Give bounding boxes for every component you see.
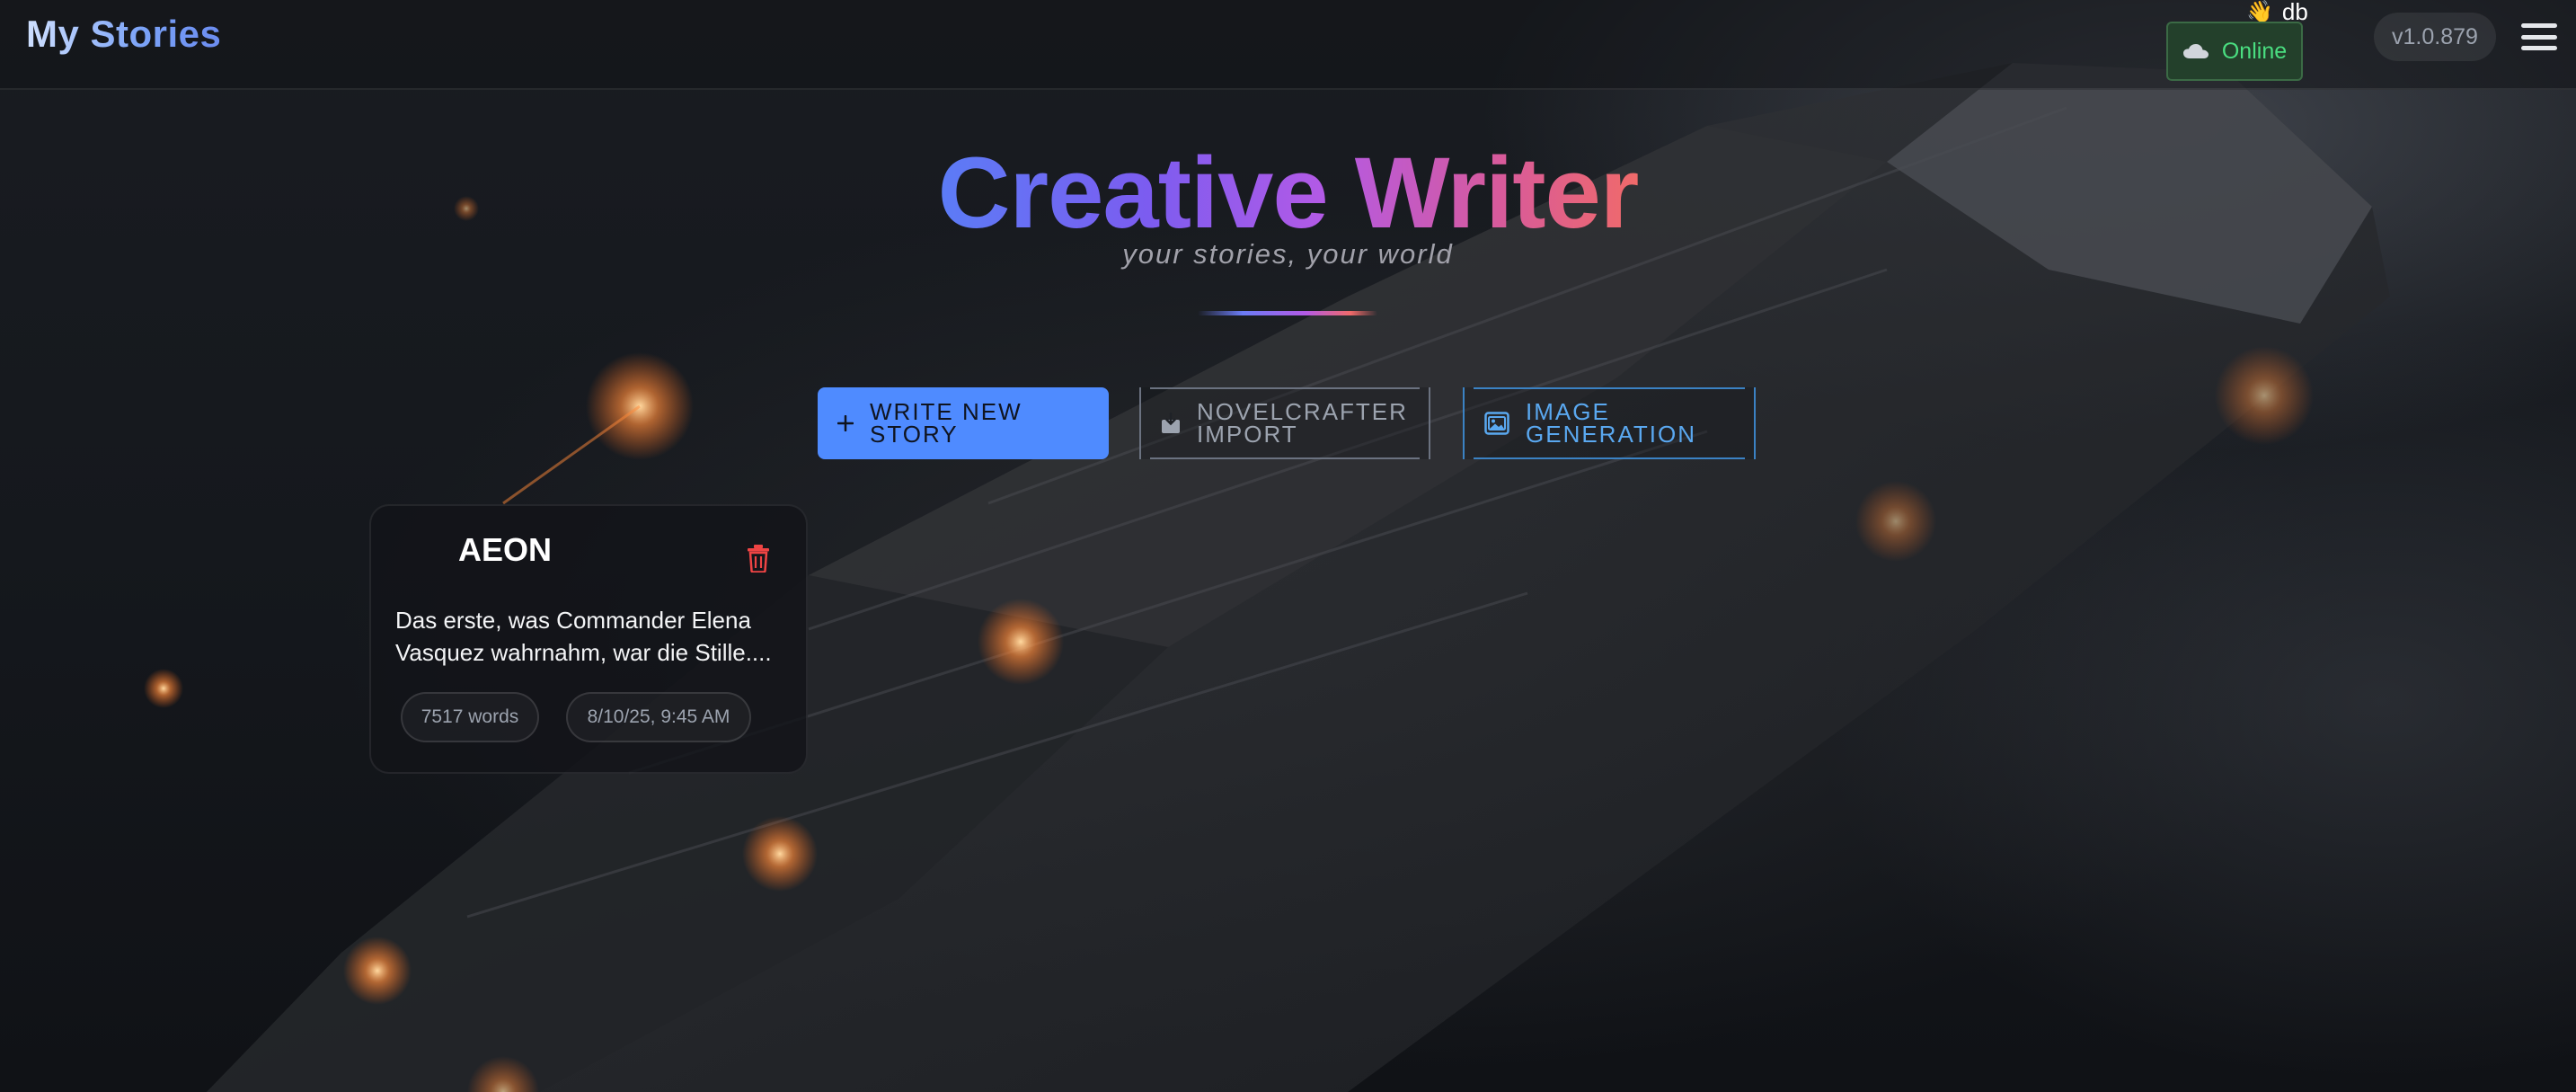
hero-subtitle: your stories, your world (1122, 238, 1454, 270)
write-new-story-button[interactable]: Write new story (818, 387, 1109, 459)
trash-icon[interactable] (746, 544, 771, 573)
story-title: AEON (458, 531, 553, 568)
plus-icon (837, 415, 854, 431)
story-excerpt: Das erste, was Commander Elena Vasquez w… (395, 607, 772, 666)
app-title[interactable]: My Stories (26, 13, 221, 56)
connection-status-badge[interactable]: Online (2166, 22, 2303, 81)
story-card[interactable]: AEON Das erste, was Commander Elena Vasq… (369, 504, 808, 774)
hamburger-menu-icon[interactable] (2521, 23, 2557, 50)
hero-title: Creative Writer (937, 137, 1640, 249)
image-generation-button[interactable]: Image generation (1463, 387, 1756, 459)
novelcrafter-import-label: NovelCrafter import (1197, 398, 1408, 448)
hero-divider (1198, 311, 1377, 315)
image-icon (1484, 412, 1509, 435)
write-new-story-label: Write new story (870, 398, 1022, 448)
novelcrafter-import-button[interactable]: NovelCrafter import (1139, 387, 1430, 459)
top-bar: My Stories 👋 db Online v1.0.879 (0, 0, 2576, 90)
word-count-badge: 7517 words (401, 692, 539, 742)
image-generation-label: Image generation (1526, 398, 1696, 448)
version-badge: v1.0.879 (2374, 13, 2496, 61)
cloud-icon (2182, 44, 2209, 58)
import-icon (1162, 413, 1180, 433)
date-badge: 8/10/25, 9:45 AM (566, 692, 751, 742)
status-label: Online (2221, 38, 2288, 64)
